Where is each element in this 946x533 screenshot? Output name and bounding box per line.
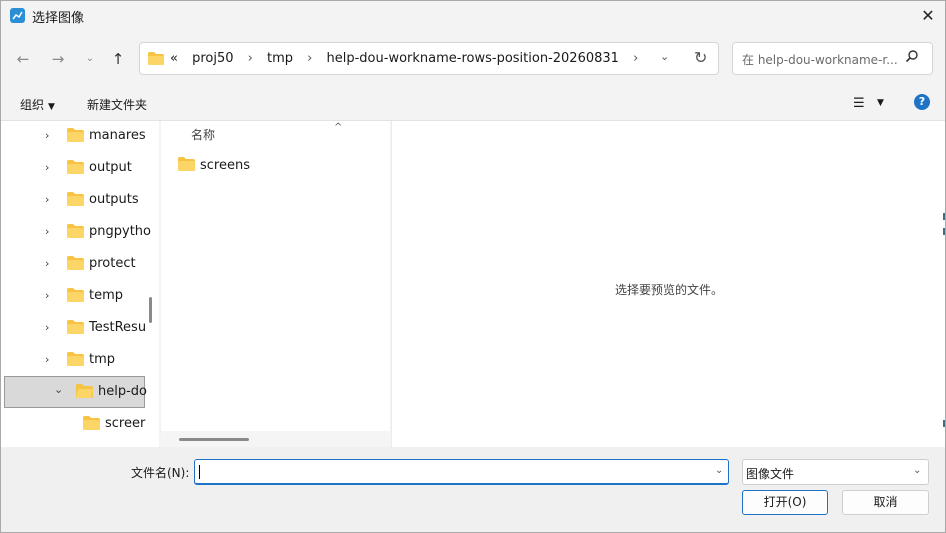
tree-item[interactable]: › outputs [1,185,143,217]
tree-item-label: protect [89,256,136,271]
address-dropdown-chevron-icon[interactable]: ⌄ [660,50,669,63]
list-item-label: screens [200,158,250,173]
tree-scrollbar-thumb[interactable] [149,297,152,323]
chevron-right-icon[interactable]: › [45,257,49,270]
chevron-right-icon[interactable]: › [45,129,49,142]
window-title: 选择图像 [32,11,85,26]
command-bar: 组织 ▼ 新建文件夹 ☰ ▼ ? [1,88,945,121]
up-arrow-icon[interactable]: ↑ [106,47,130,71]
tree-item[interactable]: › protect [1,249,143,281]
chevron-right-icon[interactable]: › [45,289,49,302]
organize-label: 组织 [20,98,45,112]
folder-icon [83,416,100,433]
tree-item[interactable]: screer [1,409,146,441]
sort-ascending-icon: ^ [334,122,343,133]
tree-item[interactable]: › tmp [1,345,143,377]
tree-item-label: tmp [89,352,116,367]
search-box[interactable]: 在 help-dou-workname-r... [732,42,933,75]
folder-icon [67,224,84,241]
list-item[interactable]: screens [178,157,250,177]
chevron-right-icon[interactable]: › [45,193,49,206]
horizontal-scrollbar-thumb[interactable] [179,438,249,441]
tree-item-label: outputs [89,192,139,207]
dialog-footer: 文件名(N): ⌄ 图像文件 ⌄ 打开(O) 取消 [1,447,945,532]
file-list: 名称 ^ screens [161,121,390,447]
chevron-right-icon[interactable]: › [45,225,49,238]
horizontal-scrollbar[interactable] [161,431,390,447]
filename-input[interactable] [199,462,703,484]
navigation-tree: › manares › output › outputs › pngpytho … [1,121,159,447]
chevron-down-icon[interactable]: ⌄ [54,383,63,396]
filetype-value: 图像文件 [746,467,795,481]
folder-icon [67,352,84,369]
close-icon[interactable]: ✕ [913,4,943,28]
tree-item-label: help-do [98,384,147,399]
view-list-icon[interactable]: ☰ [853,96,865,111]
breadcrumb-separator-icon[interactable]: › [248,51,253,66]
filename-label: 文件名(N): [131,466,190,480]
tree-item-label: pngpytho [89,224,151,239]
breadcrumb-separator-icon[interactable]: › [633,51,638,66]
folder-icon [67,256,84,273]
filetype-dropdown-chevron-icon[interactable]: ⌄ [913,465,921,476]
folder-icon [67,320,84,337]
tree-item-label: output [89,160,132,175]
filename-dropdown-chevron-icon[interactable]: ⌄ [715,465,723,476]
forward-arrow-icon[interactable]: → [46,47,70,71]
navigation-bar: ← → ⌄ ↑ « proj50 › tmp › help-dou-workna… [1,31,945,87]
new-folder-button[interactable]: 新建文件夹 [87,96,147,113]
folder-icon [67,128,84,145]
organize-menu[interactable]: 组织 ▼ [20,96,55,113]
preview-pane: 选择要预览的文件。 [391,121,945,447]
chevron-right-icon[interactable]: › [45,321,49,334]
tree-item[interactable]: › temp [1,281,143,313]
tree-item-label: temp [89,288,124,303]
tree-item-label: screer [105,416,146,431]
column-header-label: 名称 [191,128,216,142]
background-window-edge [943,420,945,427]
view-caret-down-icon[interactable]: ▼ [877,98,884,108]
search-placeholder: 在 help-dou-workname-r... [742,53,898,67]
preview-message: 选择要预览的文件。 [615,283,724,297]
breadcrumb-overflow[interactable]: « [170,51,178,66]
folder-open-icon [76,384,93,401]
title-bar: 选择图像 ✕ [1,1,945,31]
chevron-right-icon[interactable]: › [45,161,49,174]
tree-item[interactable]: › output [1,153,143,185]
tree-item[interactable]: › manares [1,121,146,153]
tree-item[interactable]: › TestResu [1,313,147,345]
folder-icon [148,52,164,68]
help-icon[interactable]: ? [914,94,930,110]
folder-icon [67,160,84,177]
search-icon[interactable] [905,49,919,66]
filetype-select[interactable]: 图像文件 ⌄ [742,459,929,485]
open-button[interactable]: 打开(O) [742,490,828,515]
chevron-right-icon[interactable]: › [45,353,49,366]
text-caret [199,465,200,479]
background-window-edge [943,213,945,220]
cancel-button[interactable]: 取消 [842,490,929,515]
refresh-icon[interactable]: ↻ [694,48,707,67]
folder-icon [67,192,84,209]
breadcrumb-item[interactable]: help-dou-workname-rows-position-20260831 [327,51,619,66]
breadcrumb-separator-icon[interactable]: › [307,51,312,66]
file-open-dialog: 选择图像 ✕ ← → ⌄ ↑ « proj50 › tmp › help-dou… [0,0,946,533]
recent-locations-chevron-icon[interactable]: ⌄ [78,47,102,71]
folder-icon [67,288,84,305]
column-header-name[interactable]: 名称 ^ [191,122,342,143]
breadcrumb-item[interactable]: proj50 [192,51,233,66]
filename-combobox[interactable]: ⌄ [194,459,729,485]
tree-item-label: manares [89,128,146,143]
background-window-edge [943,228,945,235]
app-chart-icon [10,8,25,23]
tree-item-label: TestResu [89,320,147,335]
caret-down-icon: ▼ [48,102,55,112]
breadcrumb: « proj50 › tmp › help-dou-workname-rows-… [170,51,648,66]
tree-item[interactable]: › pngpytho [1,217,151,249]
back-arrow-icon[interactable]: ← [11,47,35,71]
folder-icon [178,157,195,174]
tree-item-selected[interactable]: ⌄ help-do [4,376,147,408]
address-bar[interactable]: « proj50 › tmp › help-dou-workname-rows-… [139,42,719,75]
breadcrumb-item[interactable]: tmp [267,51,293,66]
